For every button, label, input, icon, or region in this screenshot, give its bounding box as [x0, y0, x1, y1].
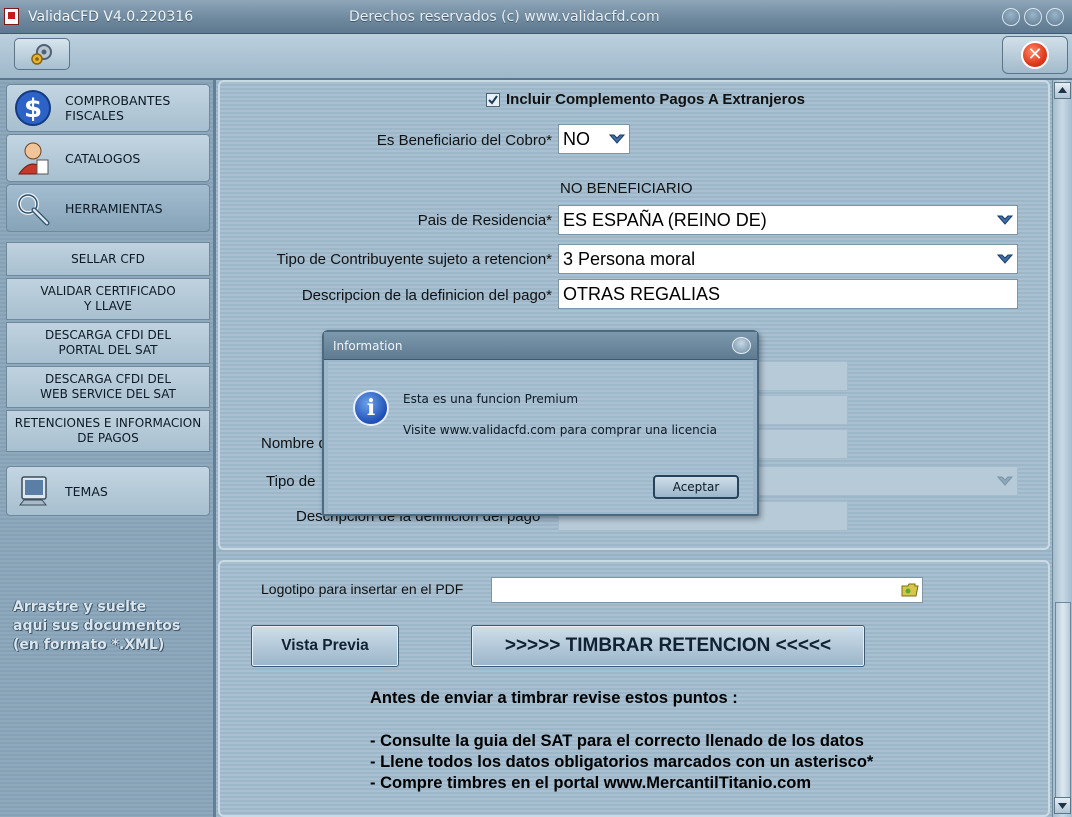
- vertical-scrollbar[interactable]: [1052, 80, 1072, 817]
- dialog-close-button[interactable]: [732, 337, 751, 354]
- information-dialog: Information i Esta es una funcion Premiu…: [322, 330, 759, 516]
- nav-label: CATALOGOS: [65, 150, 141, 166]
- beneficiario-select[interactable]: NO: [558, 124, 630, 154]
- vista-previa-button[interactable]: Vista Previa: [251, 625, 399, 667]
- dollar-icon: $: [13, 88, 53, 128]
- pais-select[interactable]: ES ESPAÑA (REINO DE): [558, 205, 1018, 235]
- dropdown-arrow-icon: [997, 215, 1013, 225]
- tool-descarga-web-service[interactable]: DESCARGA CFDI DEL WEB SERVICE DEL SAT: [6, 366, 210, 408]
- gears-icon: [31, 44, 52, 65]
- scroll-thumb[interactable]: [1055, 602, 1071, 812]
- maximize-button[interactable]: [1024, 8, 1042, 26]
- descripcion-label: Descripcion de la definicion del pago*: [301, 287, 552, 304]
- user-catalog-icon: [13, 138, 53, 178]
- actions-panel: Logotipo para insertar en el PDF Vista P…: [218, 560, 1050, 817]
- notes-title: Antes de enviar a timbrar revise estos p…: [370, 689, 738, 707]
- folder-icon[interactable]: [901, 582, 919, 598]
- logo-path-input[interactable]: [491, 577, 923, 603]
- note-item: - Llene todos los datos obligatorios mar…: [370, 753, 874, 771]
- dialog-title: Information: [324, 332, 757, 360]
- tools-icon: [13, 188, 53, 228]
- title-bar: ValidaCFD V4.0.220316 Derechos reservado…: [0, 0, 1072, 34]
- checkbox-icon: [486, 92, 500, 107]
- dialog-message-2: Visite www.validacfd.com para comprar un…: [403, 423, 717, 437]
- descripcion-input[interactable]: OTRAS REGALIAS: [558, 279, 1018, 309]
- copyright-text: Derechos reservados (c) www.validacfd.co…: [349, 9, 660, 25]
- extranjeros-checkbox[interactable]: Incluir Complemento Pagos A Extranjeros: [486, 91, 805, 108]
- tipo-contribuyente-select[interactable]: 3 Persona moral: [558, 244, 1018, 274]
- nav-label: TEMAS: [65, 483, 108, 499]
- tool-retenciones[interactable]: RETENCIONES E INFORMACION DE PAGOS: [6, 410, 210, 452]
- monitor-icon: [13, 471, 53, 511]
- info-icon: i: [353, 390, 389, 426]
- drop-zone-text[interactable]: Arrastre y suelte aqui sus documentos (e…: [13, 598, 180, 655]
- toolbar: ✕: [0, 34, 1072, 80]
- sidebar: $ COMPROBANTES FISCALES CATALOGOS HERRAMI…: [0, 80, 216, 817]
- nav-label: HERRAMIENTAS: [65, 200, 163, 216]
- app-icon: [4, 8, 19, 25]
- svg-text:$: $: [24, 94, 42, 124]
- exit-button[interactable]: ✕: [1002, 36, 1068, 74]
- close-icon: ✕: [1021, 41, 1049, 69]
- settings-button[interactable]: [14, 38, 70, 70]
- scroll-down-button[interactable]: [1054, 797, 1071, 814]
- timbrar-retencion-button[interactable]: >>>>> TIMBRAR RETENCION <<<<<: [471, 625, 865, 667]
- nav-catalogos[interactable]: CATALOGOS: [6, 134, 210, 182]
- dropdown-arrow-icon: [609, 134, 625, 144]
- pais-label: Pais de Residencia*: [417, 212, 552, 229]
- accept-button[interactable]: Aceptar: [653, 475, 739, 499]
- note-item: - Compre timbres en el portal www.Mercan…: [370, 774, 811, 792]
- window-close-button[interactable]: [1046, 8, 1064, 26]
- section-no-beneficiario: NO BENEFICIARIO: [560, 180, 693, 197]
- tipo2-label: Tipo de: [266, 473, 316, 490]
- dropdown-arrow-icon: [997, 254, 1013, 264]
- dialog-body: i Esta es una funcion Premium Visite www…: [328, 362, 753, 512]
- tipo-contribuyente-label: Tipo de Contribuyente sujeto a retencion…: [276, 251, 552, 268]
- tool-validar-certificado[interactable]: VALIDAR CERTIFICADO Y LLAVE: [6, 278, 210, 320]
- nav-temas[interactable]: TEMAS: [6, 466, 210, 516]
- logo-label: Logotipo para insertar en el PDF: [261, 581, 464, 597]
- beneficiario-label: Es Beneficiario del Cobro*: [376, 132, 552, 149]
- nav-label: COMPROBANTES FISCALES: [65, 93, 171, 123]
- note-item: - Consulte la guia del SAT para el corre…: [370, 732, 864, 750]
- nav-comprobantes-fiscales[interactable]: $ COMPROBANTES FISCALES: [6, 84, 210, 132]
- scroll-up-button[interactable]: [1054, 82, 1071, 99]
- dropdown-arrow-icon: [997, 476, 1013, 486]
- checkbox-label: Incluir Complemento Pagos A Extranjeros: [506, 91, 805, 108]
- arrow-up-icon: [1058, 87, 1067, 93]
- minimize-button[interactable]: [1002, 8, 1020, 26]
- nombre-label: Nombre d: [261, 435, 327, 452]
- nav-herramientas[interactable]: HERRAMIENTAS: [6, 184, 210, 232]
- dialog-message-1: Esta es una funcion Premium: [403, 392, 579, 406]
- tool-descarga-portal-sat[interactable]: DESCARGA CFDI DEL PORTAL DEL SAT: [6, 322, 210, 364]
- window-title: ValidaCFD V4.0.220316: [28, 9, 194, 25]
- tool-sellar-cfd[interactable]: SELLAR CFD: [6, 242, 210, 276]
- arrow-down-icon: [1058, 803, 1067, 809]
